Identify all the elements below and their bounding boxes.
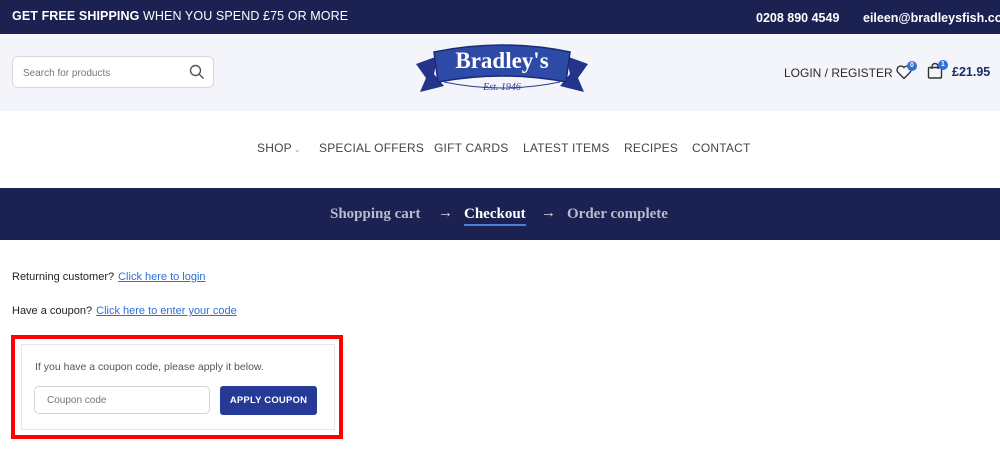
step-arrow-icon: → [438,204,453,221]
logo-established: Est. 1946 [483,82,521,93]
login-register-link[interactable]: LOGIN / REGISTER [784,66,893,80]
checkout-steps-bar: Shopping cart → Checkout → Order complet… [0,188,1000,240]
step-arrow-icon: → [541,204,556,221]
site-header: Bradley's Est. 1946 LOGIN / REGISTER 0 1… [0,34,1000,111]
enter-coupon-link[interactable]: Click here to enter your code [96,305,237,317]
search-box[interactable] [12,56,214,88]
logo-wordmark: Bradley's [455,48,549,73]
coupon-message: If you have a coupon code, please apply … [35,361,264,373]
step-shopping-cart[interactable]: Shopping cart [330,206,420,223]
main-navigation: SHOP ⌄ SPECIAL OFFERS GIFT CARDS LATEST I… [0,111,1000,188]
login-link[interactable]: Click here to login [118,271,205,283]
nav-item-special-offers[interactable]: SPECIAL OFFERS [319,141,424,155]
phone-number[interactable]: 0208 890 4549 [756,11,839,25]
search-icon[interactable] [189,64,205,80]
top-promo-bar: GET FREE SHIPPING WHEN YOU SPEND £75 OR … [0,0,1000,34]
bradleys-logo[interactable]: Bradley's Est. 1946 [414,42,590,104]
apply-coupon-button[interactable]: APPLY COUPON [220,386,317,415]
nav-item-gift-cards[interactable]: GIFT CARDS [434,141,508,155]
cart-count-badge: 1 [938,60,948,70]
wishlist-count-badge: 0 [907,61,917,71]
nav-item-contact[interactable]: CONTACT [692,141,751,155]
chevron-down-icon: ⌄ [293,145,301,154]
search-input[interactable] [23,64,183,82]
nav-item-latest-items[interactable]: LATEST ITEMS [523,141,610,155]
coupon-notice: Have a coupon? Click here to enter your c… [12,305,237,317]
email-address[interactable]: eileen@bradleysfish.com [863,11,1000,25]
nav-item-shop[interactable]: SHOP ⌄ [257,141,301,155]
step-checkout[interactable]: Checkout [464,206,526,226]
nav-item-recipes[interactable]: RECIPES [624,141,678,155]
step-order-complete: Order complete [567,206,668,222]
returning-customer-notice: Returning customer? Click here to login [12,271,206,283]
cart-total[interactable]: £21.95 [952,65,990,79]
free-shipping-promo: GET FREE SHIPPING WHEN YOU SPEND £75 OR … [12,9,349,23]
coupon-code-input[interactable] [34,386,210,414]
